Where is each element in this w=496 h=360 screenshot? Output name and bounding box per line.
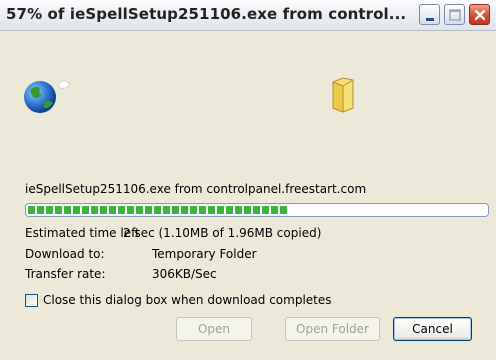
download-to-value: Temporary Folder — [152, 247, 257, 261]
close-icon — [474, 9, 486, 21]
progress-fill — [28, 206, 289, 214]
window-title: 57% of ieSpellSetup251106.exe from contr… — [6, 5, 407, 23]
minimize-button[interactable] — [419, 4, 440, 25]
close-button[interactable] — [469, 4, 490, 25]
minimize-icon — [426, 18, 434, 21]
download-source: ieSpellSetup251106.exe from controlpanel… — [25, 182, 367, 196]
maximize-button[interactable] — [444, 4, 465, 25]
globe-icon — [24, 80, 71, 113]
transfer-rate-label: Transfer rate: — [25, 267, 106, 281]
time-left-value: 2 sec (1.10MB of 1.96MB copied) — [123, 226, 322, 240]
dialog-body: ieSpellSetup251106.exe from controlpanel… — [0, 31, 496, 360]
close-on-complete-label[interactable]: Close this dialog box when download comp… — [43, 293, 332, 307]
open-folder-button[interactable]: Open Folder — [285, 317, 380, 341]
download-progress-bar — [25, 203, 489, 217]
cancel-button[interactable]: Cancel — [393, 317, 472, 341]
transfer-rate-value: 306KB/Sec — [152, 267, 217, 281]
open-button[interactable]: Open — [176, 317, 252, 341]
maximize-icon — [449, 9, 461, 21]
close-on-complete-checkbox[interactable] — [25, 294, 38, 307]
title-bar[interactable]: 57% of ieSpellSetup251106.exe from contr… — [0, 0, 496, 31]
folder-icon — [332, 77, 354, 113]
download-to-label: Download to: — [25, 247, 105, 261]
